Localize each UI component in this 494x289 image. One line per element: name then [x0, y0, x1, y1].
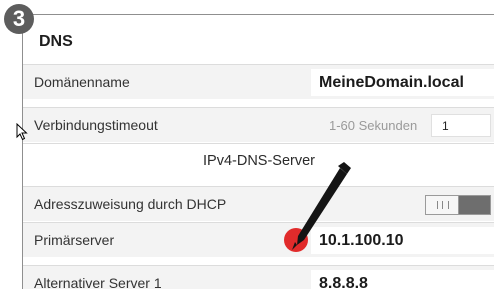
step-number-badge: 3	[4, 4, 34, 34]
connection-timeout-input[interactable]: 1	[431, 114, 491, 137]
alternative-server-1-input[interactable]: 8.8.8.8	[311, 270, 494, 289]
connection-timeout-label: Verbindungstimeout	[34, 117, 158, 133]
pen-marker-icon	[284, 162, 351, 252]
connection-timeout-row: Verbindungstimeout 1-60 Sekunden 1	[23, 107, 494, 142]
toggle-knob	[426, 196, 459, 214]
alternative-server-1-row: Alternativer Server 1 8.8.8.8	[23, 265, 494, 289]
mouse-pointer-icon	[16, 123, 28, 141]
domain-name-input[interactable]: MeineDomain.local	[311, 69, 494, 96]
section-title: DNS	[39, 33, 73, 50]
domain-name-label: Domänenname	[34, 74, 130, 90]
timeout-range-hint: 1-60 Sekunden	[329, 118, 418, 133]
primary-server-label: Primärserver	[34, 232, 115, 248]
dhcp-assignment-label: Adresszuweisung durch DHCP	[34, 196, 227, 212]
toggle-track	[459, 196, 490, 214]
dhcp-toggle[interactable]	[425, 195, 491, 215]
alternative-server-1-label: Alternativer Server 1	[34, 275, 162, 289]
grip-icon	[437, 201, 449, 209]
domain-name-row: Domänenname MeineDomain.local	[23, 64, 494, 99]
